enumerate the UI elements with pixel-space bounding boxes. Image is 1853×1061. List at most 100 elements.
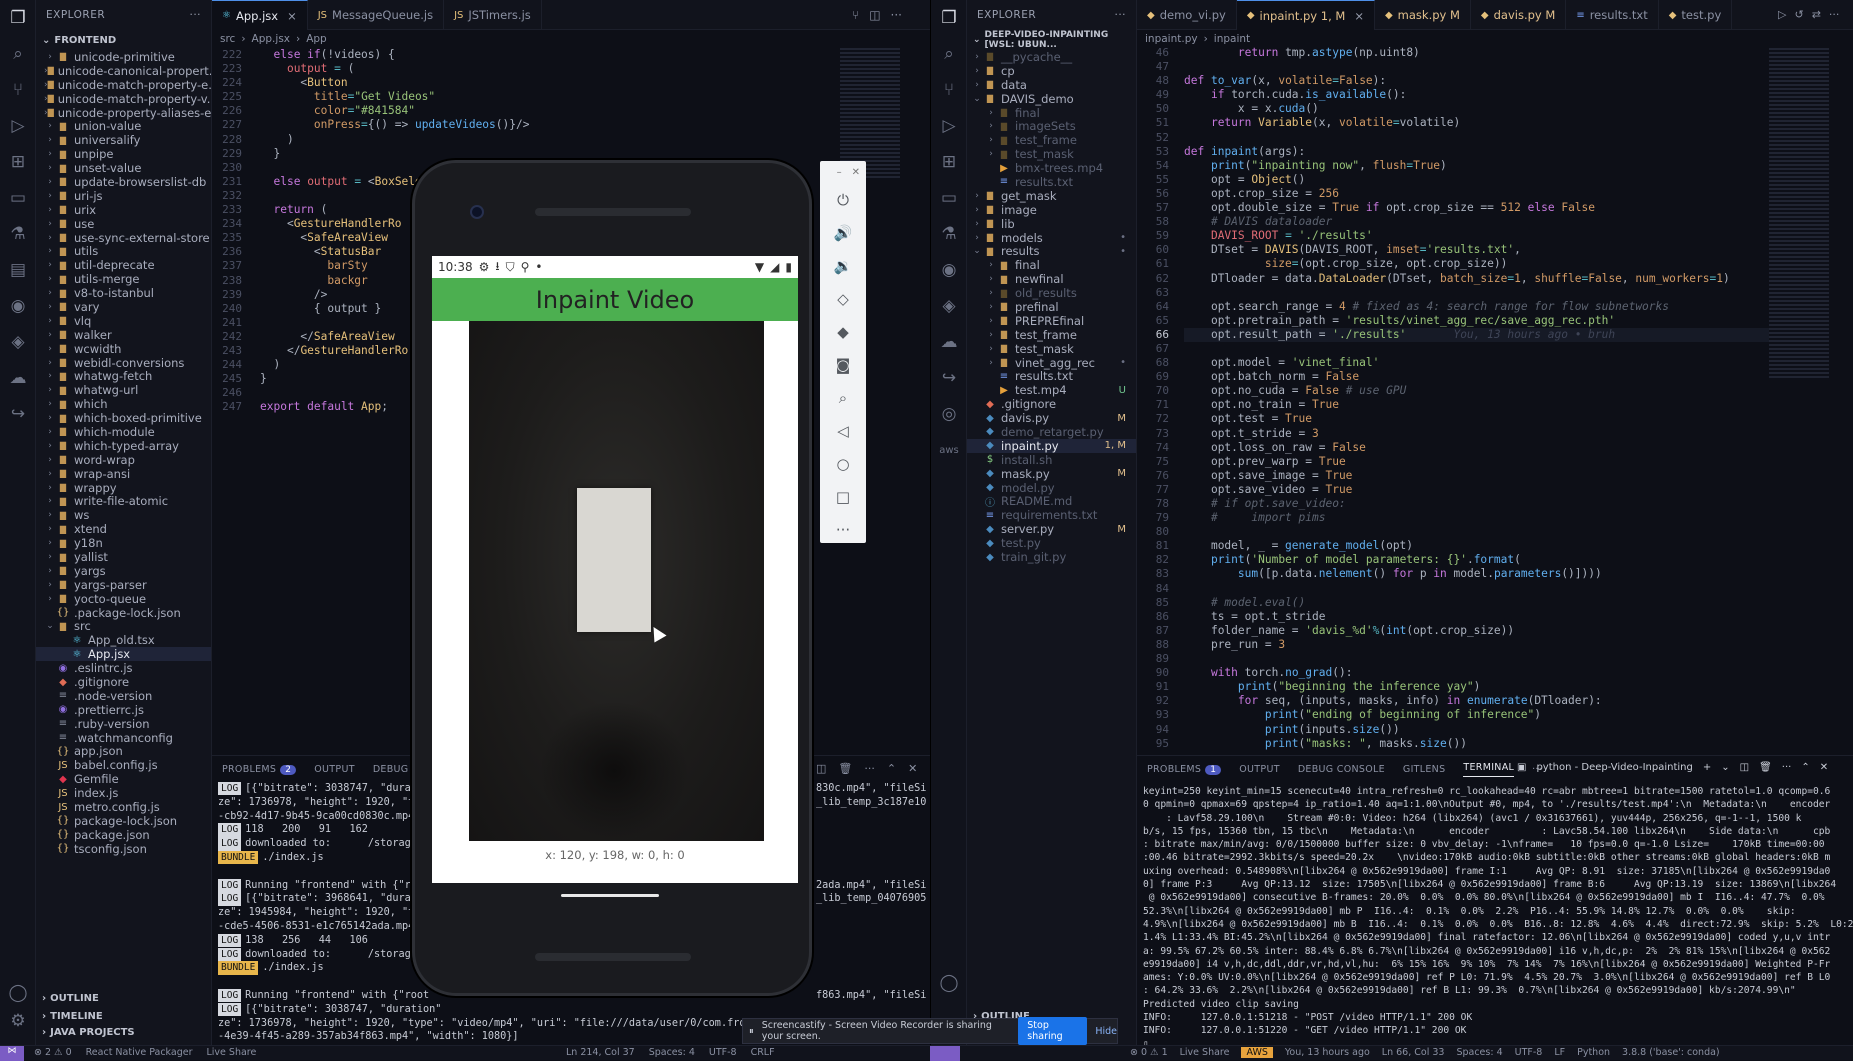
panel-tab-problems[interactable]: PROBLEMS2 (222, 764, 296, 775)
live-share-icon[interactable]: ↪ (0, 396, 36, 432)
source-control-icon[interactable]: ⑂ (852, 8, 859, 22)
tree-item[interactable]: ›▇whatwg-url (36, 383, 211, 397)
tab-test-py[interactable]: ◆test.py (1659, 0, 1733, 30)
close-icon[interactable]: × (1354, 9, 1364, 23)
tree-item[interactable]: ›▇image (967, 203, 1136, 217)
run-icon[interactable]: ▷ (1778, 8, 1786, 21)
tree-item[interactable]: ◆mask.pyM (967, 467, 1136, 481)
overview-icon[interactable]: □ (820, 480, 866, 513)
tree-item[interactable]: ◆Gemfile (36, 772, 211, 786)
tree-item[interactable]: $install.sh (967, 453, 1136, 467)
search-icon[interactable]: ⌕ (931, 36, 967, 72)
tree-item[interactable]: ›▇prefinal (967, 300, 1136, 314)
tree-item[interactable]: ›▇v8-to-istanbul (36, 286, 211, 300)
tree-item[interactable]: ›▇unicode-canonical-propert... (36, 64, 211, 78)
trash-icon[interactable]: 🗑 (838, 762, 852, 775)
tree-item[interactable]: ›▇__pycache__ (967, 50, 1136, 64)
tree-item[interactable]: ›▇universalify (36, 133, 211, 147)
live-share-icon[interactable]: ↪ (931, 360, 967, 396)
tree-item[interactable]: ⚛App.jsx (36, 647, 211, 661)
tree-item[interactable]: ›▇wrappy (36, 481, 211, 495)
tree-item[interactable]: ›▇xtend (36, 522, 211, 536)
tab-results-txt[interactable]: ≡results.txt (1566, 0, 1658, 30)
status-item[interactable]: LF (1554, 1047, 1565, 1058)
split-terminal-icon[interactable]: ◫ (816, 762, 826, 775)
cloud-icon[interactable]: ☁ (0, 360, 36, 396)
extensions-icon[interactable]: ⊞ (0, 144, 36, 180)
tree-item[interactable]: ▶bmx-trees.mp4 (967, 161, 1136, 175)
tree-item[interactable]: ◆train_git.py (967, 550, 1136, 564)
more-icon[interactable]: ··· (864, 762, 875, 775)
tree-item[interactable]: ›▇which-module (36, 425, 211, 439)
status-item[interactable]: Spaces: 4 (1456, 1047, 1502, 1058)
tree-item[interactable]: ›▇vinet_agg_rec• (967, 356, 1136, 370)
tree-item[interactable]: ≡.ruby-version (36, 717, 211, 731)
camera-icon[interactable]: ◙ (820, 348, 866, 381)
tab-inpaint-py[interactable]: ◆inpaint.py 1, M× (1237, 0, 1375, 30)
project-section[interactable]: ⌄DEEP-VIDEO-INPAINTING [WSL: UBUN... (967, 30, 1136, 50)
compare-icon[interactable]: ⇄ (1812, 8, 1821, 21)
tree-item[interactable]: ›▇uri-js (36, 189, 211, 203)
tree-item[interactable]: ›▇models• (967, 231, 1136, 245)
tree-item[interactable]: ›▇which (36, 397, 211, 411)
chevron-down-icon[interactable]: ⌄ (1721, 762, 1729, 773)
tree-item[interactable]: {}package-lock.json (36, 814, 211, 828)
tree-item[interactable]: ›▇use (36, 217, 211, 231)
status-item[interactable]: Spaces: 4 (649, 1047, 695, 1058)
split-editor-icon[interactable]: ◫ (869, 8, 880, 22)
left-minimap[interactable] (840, 48, 900, 178)
status-item[interactable]: Python (1577, 1047, 1610, 1058)
tree-item[interactable]: ›▇which-typed-array (36, 439, 211, 453)
status-item[interactable]: Ln 66, Col 33 (1382, 1047, 1445, 1058)
remote-explorer-icon[interactable]: ▭ (0, 180, 36, 216)
back-icon[interactable]: ◁ (820, 414, 866, 447)
rotate-left-icon[interactable]: ◇ (820, 282, 866, 315)
tree-item[interactable]: ›▇yallist (36, 550, 211, 564)
tree-item[interactable]: ›▇test_mask (967, 147, 1136, 161)
remote-indicator[interactable]: ⋈ (0, 1046, 24, 1061)
tree-item[interactable]: ›▇webidl-conversions (36, 356, 211, 370)
tree-item[interactable]: ◉.prettierrc.js (36, 703, 211, 717)
tab-App-jsx[interactable]: ⚛App.jsx× (212, 0, 308, 30)
gitlens-icon[interactable]: ◈ (0, 324, 36, 360)
tree-item[interactable]: ⌄▇src (36, 620, 211, 634)
volume-up-icon[interactable]: 🔊 (820, 216, 866, 249)
tree-item[interactable]: {}.package-lock.json (36, 606, 211, 620)
remote-explorer-icon[interactable]: ▭ (931, 180, 967, 216)
github-icon[interactable]: ◉ (931, 252, 967, 288)
tree-item[interactable]: ≡results.txt (967, 175, 1136, 189)
tree-item[interactable]: ›▇ws (36, 508, 211, 522)
testing-icon[interactable]: ⚗ (931, 216, 967, 252)
tree-item[interactable]: JSindex.js (36, 786, 211, 800)
status-item[interactable]: 3.8.8 ('base': conda) (1622, 1047, 1720, 1058)
panel-tab-output[interactable]: OUTPUT (314, 764, 355, 775)
tree-item[interactable]: ◆server.pyM (967, 522, 1136, 536)
tree-item[interactable]: ›▇yocto-queue (36, 592, 211, 606)
panel-tab-debug-console[interactable]: DEBUG CONSOLE (1298, 764, 1385, 775)
tree-item[interactable]: ◆.gitignore (967, 397, 1136, 411)
tree-item[interactable]: ›▇wrap-ansi (36, 467, 211, 481)
tree-item[interactable]: {}tsconfig.json (36, 842, 211, 856)
tree-item[interactable]: ›▇vary (36, 300, 211, 314)
testing-icon[interactable]: ⚗ (0, 216, 36, 252)
status-item[interactable]: Live Share (207, 1047, 257, 1058)
breadcrumb-item[interactable]: App.jsx (252, 33, 290, 45)
volume-down-icon[interactable]: 🔉 (820, 249, 866, 282)
source-control-icon[interactable]: ⑂ (0, 72, 36, 108)
project-section[interactable]: ⌄FRONTEND (36, 30, 211, 50)
tree-item[interactable]: ›▇whatwg-fetch (36, 369, 211, 383)
timeline-section[interactable]: ›TIMELINE (36, 1008, 212, 1024)
right-remote-indicator[interactable] (930, 1046, 960, 1061)
tree-item[interactable]: {}package.json (36, 828, 211, 842)
tree-item[interactable]: ◆.gitignore (36, 675, 211, 689)
search-icon[interactable]: ⌕ (0, 36, 36, 72)
tree-item[interactable]: ≡requirements.txt (967, 508, 1136, 522)
run-debug-icon[interactable]: ▷ (0, 108, 36, 144)
tree-item[interactable]: ›▇vlq (36, 314, 211, 328)
tree-item[interactable]: ›▇union-value (36, 119, 211, 133)
status-item[interactable]: UTF-8 (709, 1047, 737, 1058)
close-panel-icon[interactable]: ✕ (908, 762, 917, 775)
status-item[interactable]: Ln 214, Col 37 (566, 1047, 635, 1058)
maximize-icon[interactable]: ⌃ (1801, 762, 1809, 773)
cloud-icon[interactable]: ☁ (931, 324, 967, 360)
